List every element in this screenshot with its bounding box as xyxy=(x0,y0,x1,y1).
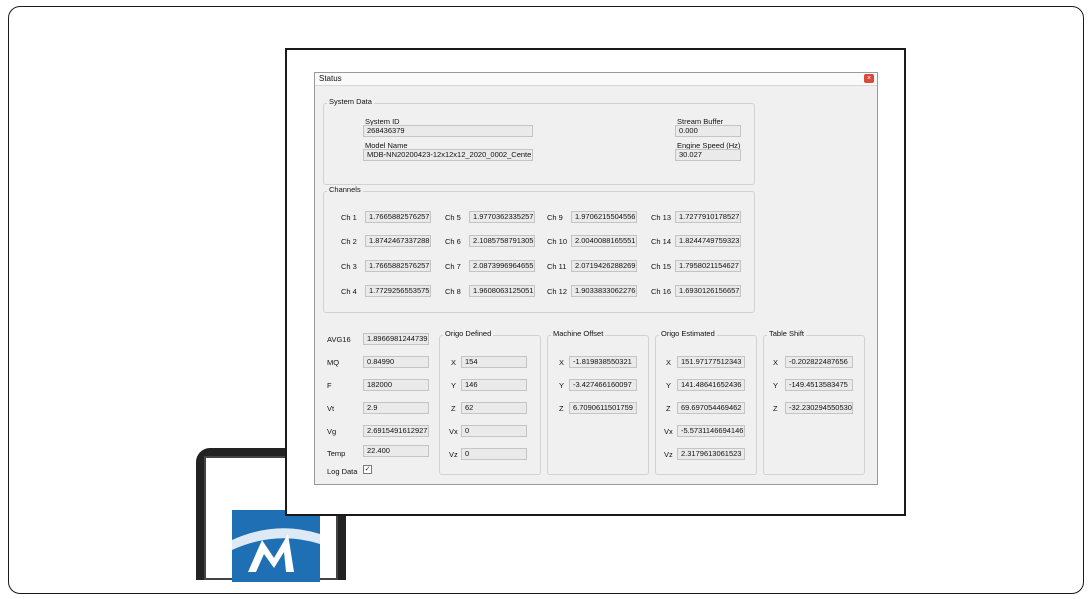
oe-vz-field[interactable]: 2.3179613061523 xyxy=(677,448,745,460)
channel-label: Ch 8 xyxy=(445,287,461,296)
machine-offset-label: Machine Offset xyxy=(551,329,606,338)
window-title: Status xyxy=(319,74,342,83)
oe-vz-label: Vz xyxy=(664,450,673,459)
mo-x-label: X xyxy=(559,358,565,367)
channel-value-field[interactable]: 1.9608063125051 xyxy=(469,285,535,297)
mo-z-field[interactable]: 6.7090611501759 xyxy=(569,402,637,414)
channel-value-field[interactable]: 1.7665882576257 xyxy=(365,211,431,223)
od-vx-field[interactable]: 0 xyxy=(461,425,527,437)
log-data-label: Log Data xyxy=(327,467,358,476)
od-y-field[interactable]: 146 xyxy=(461,379,527,391)
channel-value-field[interactable]: 2.1085758791305 xyxy=(469,235,535,247)
channel-label: Ch 7 xyxy=(445,262,461,271)
channel-label: Ch 9 xyxy=(547,213,563,222)
od-z-label: Z xyxy=(451,404,456,413)
oe-y-label: Y xyxy=(666,381,672,390)
oe-z-label: Z xyxy=(666,404,671,413)
channel-label: Ch 13 xyxy=(651,213,672,222)
m-logo-icon xyxy=(232,510,320,582)
od-vz-label: Vz xyxy=(449,450,458,459)
model-name-field[interactable]: MDB-NN20200423-12x12x12_2020_0002_Cente xyxy=(363,149,533,161)
vg-field[interactable]: 2.6915491612927 xyxy=(363,425,429,437)
oe-vx-field[interactable]: -5.5731146694146 xyxy=(677,425,745,437)
title-bar: Status × xyxy=(315,73,877,86)
oe-z-field[interactable]: 69.697054469462 xyxy=(677,402,745,414)
oe-vx-label: Vx xyxy=(664,427,673,436)
mo-y-field[interactable]: -3.427466160097 xyxy=(569,379,637,391)
oe-x-label: X xyxy=(666,358,672,367)
system-data-label: System Data xyxy=(327,97,374,106)
system-id-field[interactable]: 268436379 xyxy=(363,125,533,137)
log-data-checkbox[interactable]: ✓ xyxy=(363,465,372,474)
channel-value-field[interactable]: 1.8244749759323 xyxy=(675,235,741,247)
channel-label: Ch 11 xyxy=(547,262,567,271)
vg-label: Vg xyxy=(327,427,337,436)
channel-value-field[interactable]: 1.7665882576257 xyxy=(365,260,431,272)
origo-estimated-label: Origo Estimated xyxy=(659,329,717,338)
engine-speed-field[interactable]: 30.027 xyxy=(675,149,741,161)
od-vz-field[interactable]: 0 xyxy=(461,448,527,460)
od-vx-label: Vx xyxy=(449,427,458,436)
ts-y-label: Y xyxy=(773,381,779,390)
od-z-field[interactable]: 62 xyxy=(461,402,527,414)
od-y-label: Y xyxy=(451,381,457,390)
stream-buffer-field[interactable]: 0.000 xyxy=(675,125,741,137)
vt-field[interactable]: 2.9 xyxy=(363,402,429,414)
status-window: Status × System Data System ID 268436379… xyxy=(314,72,878,485)
close-icon[interactable]: × xyxy=(864,74,874,83)
channel-label: Ch 2 xyxy=(341,237,357,246)
channel-value-field[interactable]: 1.7729256553575 xyxy=(365,285,431,297)
ts-x-label: X xyxy=(773,358,779,367)
channel-value-field[interactable]: 1.9706215504556 xyxy=(571,211,637,223)
channel-value-field[interactable]: 2.0040088165551 xyxy=(571,235,637,247)
avg16-field[interactable]: 1.8966981244739 xyxy=(363,333,429,345)
vt-label: Vt xyxy=(327,404,335,413)
ts-x-field[interactable]: -0.202822487656 xyxy=(785,356,853,368)
channel-value-field[interactable]: 1.9033833062276 xyxy=(571,285,637,297)
channel-value-field[interactable]: 1.7958021154627 xyxy=(675,260,741,272)
od-x-label: X xyxy=(451,358,457,367)
channel-label: Ch 5 xyxy=(445,213,461,222)
table-shift-label: Table Shift xyxy=(767,329,807,338)
temp-label: Temp xyxy=(327,449,346,458)
ts-z-field[interactable]: -32.230294550530 xyxy=(785,402,853,414)
avg16-label: AVG16 xyxy=(327,335,351,344)
channel-value-field[interactable]: 2.0719426288269 xyxy=(571,260,637,272)
channel-label: Ch 3 xyxy=(341,262,357,271)
channel-label: Ch 10 xyxy=(547,237,568,246)
ts-z-label: Z xyxy=(773,404,778,413)
channel-label: Ch 1 xyxy=(341,213,357,222)
channel-label: Ch 12 xyxy=(547,287,568,296)
channel-label: Ch 14 xyxy=(651,237,672,246)
f-label: F xyxy=(327,381,332,390)
oe-x-field[interactable]: 151.97177512343 xyxy=(677,356,745,368)
channel-label: Ch 6 xyxy=(445,237,461,246)
mq-field[interactable]: 0.84990 xyxy=(363,356,429,368)
oe-y-field[interactable]: 141.48641652436 xyxy=(677,379,745,391)
mo-y-label: Y xyxy=(559,381,565,390)
od-x-field[interactable]: 154 xyxy=(461,356,527,368)
channel-value-field[interactable]: 1.9770362335257 xyxy=(469,211,535,223)
f-field[interactable]: 182000 xyxy=(363,379,429,391)
temp-field[interactable]: 22.400 xyxy=(363,445,429,457)
channel-value-field[interactable]: 1.6930126156657 xyxy=(675,285,741,297)
channel-label: Ch 15 xyxy=(651,262,672,271)
screenshot-panel: Status × System Data System ID 268436379… xyxy=(285,48,906,516)
ts-y-field[interactable]: -149.4513583475 xyxy=(785,379,853,391)
channel-label: Ch 16 xyxy=(651,287,672,296)
channel-value-field[interactable]: 2.0873996964655 xyxy=(469,260,535,272)
mo-z-label: Z xyxy=(559,404,564,413)
origo-defined-label: Origo Defined xyxy=(443,329,494,338)
channels-label: Channels xyxy=(327,185,363,194)
channel-value-field[interactable]: 1.7277910178527 xyxy=(675,211,741,223)
mq-label: MQ xyxy=(327,358,340,367)
channel-value-field[interactable]: 1.8742467337288 xyxy=(365,235,431,247)
mo-x-field[interactable]: -1.819838550321 xyxy=(569,356,637,368)
channel-label: Ch 4 xyxy=(341,287,357,296)
